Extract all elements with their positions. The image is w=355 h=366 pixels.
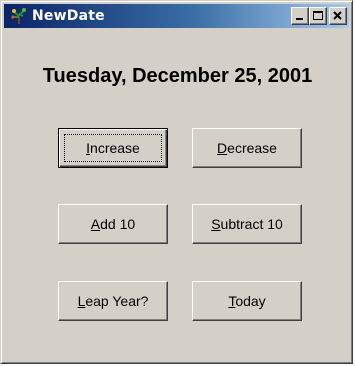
close-icon[interactable] (329, 7, 347, 25)
subtract-10-button-label: Subtract 10 (211, 216, 283, 232)
subtract-10-button[interactable]: Subtract 10 (192, 204, 302, 244)
maximize-icon[interactable] (309, 7, 327, 25)
decrease-button-label: Decrease (217, 140, 277, 156)
newdate-window: NewDate Tuesday, December 25, 2001 Incre… (0, 0, 353, 364)
today-button[interactable]: Today (192, 281, 302, 321)
focus-rectangle (64, 134, 162, 162)
decrease-button[interactable]: Decrease (192, 128, 302, 168)
add-10-button-label: Add 10 (90, 216, 136, 232)
increase-button[interactable]: Increase (58, 128, 168, 168)
leap-year-button-label: Leap Year? (77, 293, 149, 309)
leap-year-button[interactable]: Leap Year? (58, 281, 168, 321)
add-10-button[interactable]: Add 10 (58, 204, 168, 244)
today-button-label: Today (228, 293, 266, 309)
title-bar[interactable]: NewDate (4, 4, 349, 28)
minimize-icon[interactable] (291, 7, 309, 25)
tree-icon[interactable] (10, 7, 28, 25)
date-display: Tuesday, December 25, 2001 (42, 65, 313, 87)
window-title: NewDate (32, 8, 105, 24)
title-controls (291, 7, 347, 25)
